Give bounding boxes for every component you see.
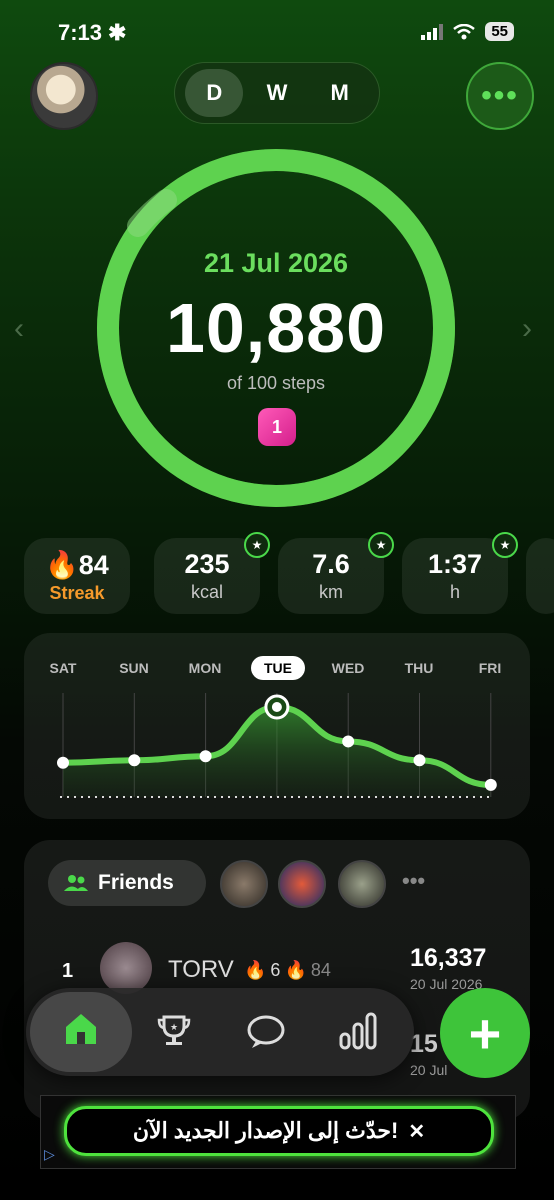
people-icon xyxy=(64,875,88,891)
status-icons: 55 xyxy=(421,22,514,41)
wifi-icon xyxy=(453,23,476,39)
next-day-arrow[interactable]: › xyxy=(522,312,532,346)
battery-indicator: 55 xyxy=(485,22,514,41)
star-icon: ★ xyxy=(244,532,270,558)
star-icon: ★ xyxy=(492,532,518,558)
friends-label: Friends xyxy=(98,871,174,894)
status-time: 7:13 ✱ xyxy=(58,20,126,46)
close-x-icon: ✕ xyxy=(408,1120,426,1143)
friend-avatar[interactable] xyxy=(338,860,386,908)
day-point[interactable] xyxy=(57,756,69,769)
flame-icon: 🔥 xyxy=(244,960,267,980)
flame-icon: 🔥 xyxy=(284,960,307,980)
friend-flame: 🔥 6 🔥 84 xyxy=(244,960,331,981)
segment-week[interactable]: W xyxy=(248,69,306,117)
friend-avatar[interactable] xyxy=(278,860,326,908)
rank-number: 1 xyxy=(62,960,74,982)
selected-date: 21 Jul 2026 xyxy=(203,248,349,278)
partial-card[interactable] xyxy=(526,538,554,614)
profile-avatar[interactable] xyxy=(30,62,98,130)
level-badge-text: 1 xyxy=(271,416,282,437)
streak-label: Streak xyxy=(49,582,105,603)
duration-value: 1:37 xyxy=(427,549,483,579)
svg-text:★: ★ xyxy=(170,1022,178,1032)
period-segmented-control: D W M xyxy=(174,62,380,124)
streak-card[interactable]: 🔥84 Streak xyxy=(24,538,130,614)
ad-update-button[interactable]: حدّث إلى الإصدار الجديد الآن! ✕ xyxy=(64,1106,494,1156)
streak-value: 🔥84 xyxy=(45,549,109,581)
friend-name: TORV xyxy=(168,956,234,983)
segment-month[interactable]: M xyxy=(311,69,369,117)
calories-unit: kcal xyxy=(190,582,223,602)
flame-icon: 🔥 xyxy=(45,549,79,580)
stats-icon[interactable] xyxy=(338,1012,378,1050)
day-point[interactable] xyxy=(484,778,497,791)
star-icon: ★ xyxy=(368,532,394,558)
friend-avatar[interactable] xyxy=(220,860,268,908)
signal-icon xyxy=(421,23,444,40)
home-icon xyxy=(66,1014,96,1044)
day-point[interactable] xyxy=(342,735,355,748)
asterisk-icon: ✱ xyxy=(108,20,127,45)
more-options-button[interactable]: ••• xyxy=(466,62,534,130)
day-point[interactable] xyxy=(413,754,426,767)
time-text: 7:13 xyxy=(58,20,103,45)
step-count: 10,880 xyxy=(165,289,387,367)
day-point[interactable] xyxy=(128,754,141,767)
calories-value: 235 xyxy=(184,549,230,579)
segment-day[interactable]: D xyxy=(185,69,244,117)
flame-count: 6 xyxy=(270,960,281,980)
friend-steps: 16,337 xyxy=(410,944,487,972)
duration-unit: h xyxy=(449,582,460,602)
streak-count: 84 xyxy=(310,960,331,980)
distance-value: 7.6 xyxy=(312,549,350,579)
chat-icon[interactable] xyxy=(246,1014,286,1050)
add-button[interactable]: + xyxy=(440,988,530,1078)
friend-date: 20 Jul xyxy=(410,1062,448,1078)
selected-day-point-center xyxy=(271,702,282,712)
trophy-icon[interactable]: ★ xyxy=(156,1014,192,1048)
previous-day-arrow[interactable]: ‹ xyxy=(14,312,24,346)
week-line-chart xyxy=(57,693,497,798)
step-goal: of 100 steps xyxy=(226,373,326,393)
friend-steps: 15 xyxy=(410,1030,438,1058)
friend-avatar[interactable] xyxy=(100,942,152,994)
level-badge[interactable]: 1 xyxy=(258,408,296,446)
day-point[interactable] xyxy=(199,750,212,763)
distance-unit: km xyxy=(319,582,343,602)
streak-number: 84 xyxy=(78,549,109,580)
ad-choices-icon[interactable]: ▷ xyxy=(44,1146,55,1163)
ad-text: حدّث إلى الإصدار الجديد الآن! xyxy=(132,1118,399,1143)
week-area-fill xyxy=(63,707,491,797)
friends-filter-button[interactable]: Friends xyxy=(48,860,206,906)
more-friends-icon[interactable]: ••• xyxy=(402,868,425,894)
